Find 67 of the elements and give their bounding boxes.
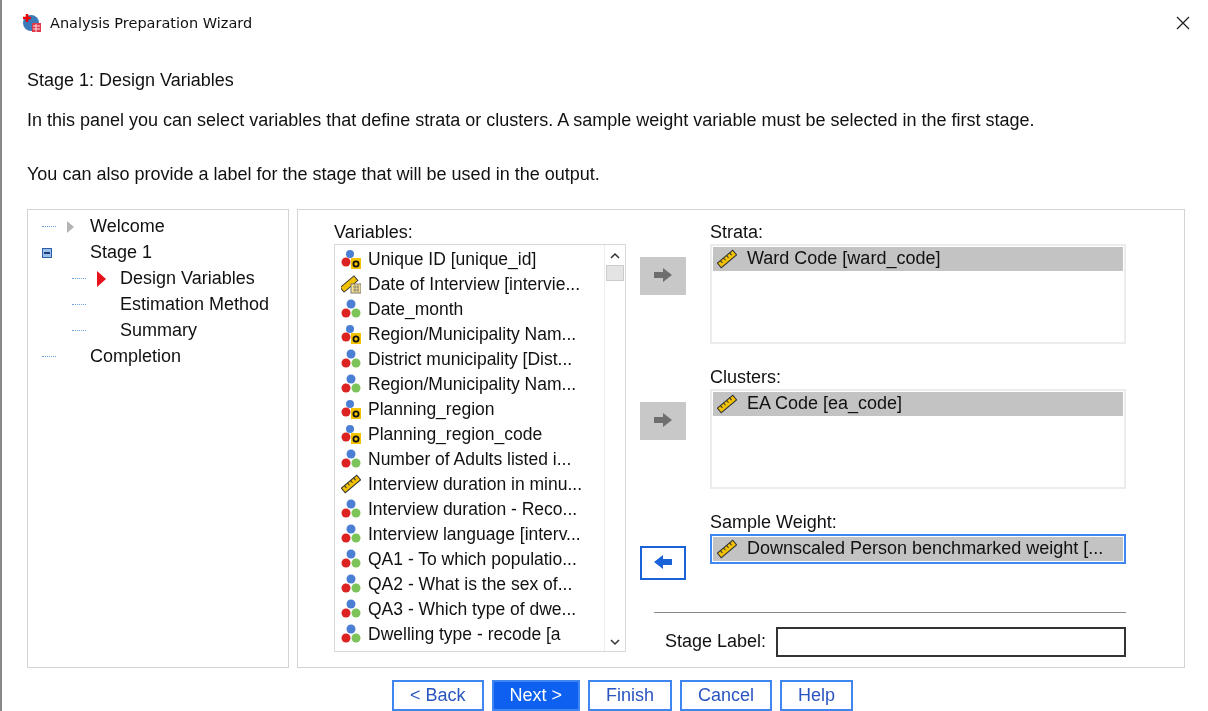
variable-item[interactable]: Planning_region_code [341,421,604,447]
target-label: Strata: [710,221,765,244]
tree-item[interactable]: Design Variables [120,268,255,290]
right-arrow-icon [653,413,673,430]
wizard-button[interactable]: Next > [491,680,581,711]
string-variable-icon [341,424,361,445]
window-title: Analysis Preparation Wizard [50,14,253,31]
nominal-variable-icon [341,549,361,570]
target-label: Clusters: [710,366,782,389]
target-list[interactable]: Ward Code [ward_code] [710,243,1126,344]
move-back-button[interactable] [640,545,686,580]
current-step-arrow-icon [96,270,106,287]
instruction-text: In this panel you can select variables that define strata or clusters. A sample weight variable must be selected in the first stage. [27,109,1036,131]
variable-item[interactable]: Date of Interview [intervie... [341,271,604,297]
target-field[interactable]: Downscaled Person benchmarked weight [... [710,533,1126,564]
step-arrow-icon [66,218,76,235]
nominal-variable-icon [341,599,361,620]
nominal-variable-icon [341,574,361,595]
string-variable-icon [341,249,361,270]
tree-item[interactable]: Completion [90,346,182,368]
variable-item[interactable]: Number of Adults listed i... [341,446,604,472]
target-list[interactable]: EA Code [ea_code] [710,388,1126,489]
nominal-variable-icon [341,349,361,370]
variable-item[interactable]: QA1 - To which populatio... [341,546,604,572]
tree-item[interactable]: Welcome [90,216,165,238]
wizard-button[interactable]: Help [780,680,854,711]
nominal-variable-icon [341,624,361,645]
nominal-variable-icon [341,374,361,395]
right-arrow-icon [653,268,673,285]
nominal-variable-icon [341,499,361,520]
wizard-button[interactable]: Finish [588,680,673,711]
nominal-variable-icon [341,449,361,470]
left-arrow-icon [653,554,673,571]
nominal-variable-icon [341,299,361,320]
string-variable-icon [341,324,361,345]
variable-item[interactable]: Planning_region [341,396,604,422]
string-variable-icon [341,399,361,420]
collapse-toggle-icon[interactable] [42,247,52,258]
wizard-button[interactable]: < Back [392,680,484,711]
target-label: Sample Weight: [710,511,838,534]
wizard-button[interactable]: Cancel [680,680,773,711]
nominal-variable-icon [341,524,361,545]
variable-item[interactable]: QA3 - Which type of dwe... [341,596,604,622]
variable-item[interactable]: Dwelling type - recode [a [341,621,604,647]
variable-item[interactable]: Interview duration in minu... [341,471,604,497]
selected-variable-item[interactable]: Ward Code [ward_code] [713,246,1123,271]
variables-label: Variables: [334,221,414,244]
selected-variable-item[interactable]: EA Code [ea_code] [713,391,1123,416]
app-icon [22,12,42,33]
close-icon[interactable] [1176,15,1190,30]
tree-item[interactable]: Stage 1 [90,242,153,264]
variables-list[interactable] [334,243,626,652]
scrollbar-thumb[interactable] [606,264,624,281]
variable-item[interactable]: Region/Municipality Nam... [341,371,604,397]
variable-item[interactable]: Region/Municipality Nam... [341,321,604,347]
stage-label-label: Stage Label: [665,631,767,653]
tree-item[interactable]: Estimation Method [120,294,270,316]
variable-item[interactable]: Date_month [341,296,604,322]
variable-item[interactable]: QA2 - What is the sex of... [341,571,604,597]
variable-item[interactable]: Interview language [interv... [341,521,604,547]
tree-item[interactable]: Summary [120,320,197,342]
stage-label-field[interactable] [776,626,1126,657]
variable-item[interactable]: Interview duration - Reco... [341,496,604,522]
variable-item[interactable]: Unique ID [unique_id] [341,246,604,272]
variable-item[interactable]: District municipality [Dist... [341,346,604,372]
instruction-text: You can also provide a label for the stage that will be used in the output. [27,163,601,185]
stage-heading: Stage 1: Design Variables [27,69,235,91]
